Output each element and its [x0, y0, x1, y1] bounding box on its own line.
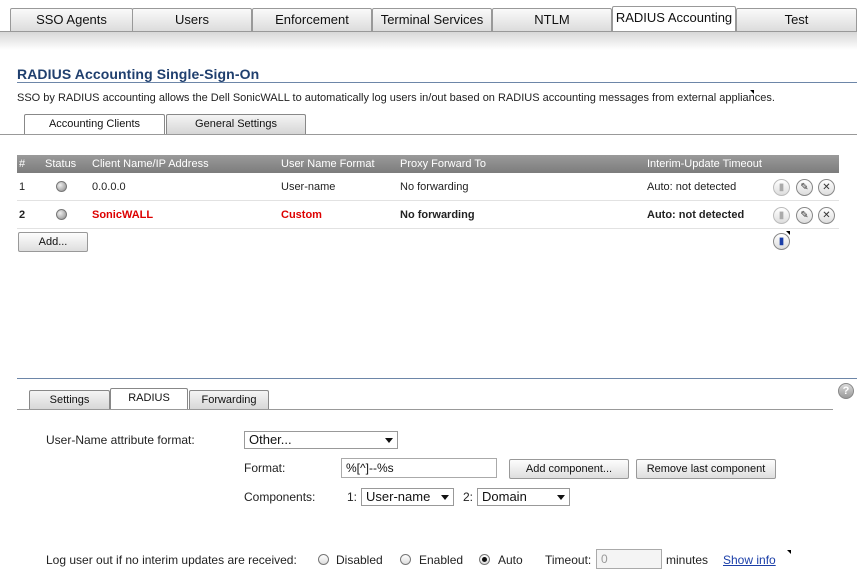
component2-value: Domain: [482, 489, 527, 504]
page-description: SSO by RADIUS accounting allows the Dell…: [17, 92, 775, 104]
subtab-divider: [0, 134, 857, 135]
logout-label: Log user out if no interim updates are r…: [46, 553, 297, 567]
radio-auto-label: Auto: [498, 553, 523, 567]
radio-auto[interactable]: [479, 554, 490, 565]
corner-marker-icon: [786, 231, 790, 235]
tab-bar-shade: [0, 32, 857, 50]
format-input[interactable]: %[^]--%s: [341, 458, 497, 478]
row-divider: [17, 228, 839, 229]
chevron-down-icon: [557, 495, 565, 500]
component2-select[interactable]: Domain: [477, 488, 570, 506]
col-header-status: Status: [45, 158, 77, 170]
panel-divider: [17, 378, 857, 379]
tab-forwarding[interactable]: Forwarding: [189, 390, 269, 410]
delete-icon[interactable]: ✕: [818, 179, 835, 196]
tab-enforcement[interactable]: Enforcement: [252, 8, 372, 31]
row-number: 1: [19, 181, 26, 193]
client-name: SonicWALL: [92, 209, 154, 221]
status-icon: [56, 209, 67, 220]
component2-index: 2:: [463, 490, 474, 504]
edit-icon[interactable]: ✎: [796, 207, 813, 224]
interim-timeout: Auto: not detected: [647, 181, 737, 193]
remove-component-button[interactable]: Remove last component: [636, 459, 776, 479]
stats-all-icon[interactable]: ▮: [773, 233, 790, 250]
component1-index: 1:: [347, 490, 358, 504]
tab-accounting-clients[interactable]: Accounting Clients: [24, 114, 165, 134]
chevron-down-icon: [385, 438, 393, 443]
col-header-client: Client Name/IP Address: [92, 158, 209, 170]
interim-timeout: Auto: not detected: [647, 209, 745, 221]
tab-settings[interactable]: Settings: [29, 390, 110, 410]
tab-users[interactable]: Users: [132, 8, 252, 31]
col-header-timeout: Interim-Update Timeout: [647, 158, 762, 170]
proxy-forward: No forwarding: [400, 209, 475, 221]
edit-tabs-divider: [17, 409, 833, 410]
user-name-format: Custom: [281, 209, 322, 221]
add-component-button[interactable]: Add component...: [509, 459, 629, 479]
status-icon: [56, 181, 67, 192]
row-divider: [17, 200, 839, 201]
stats-icon[interactable]: ▮: [773, 179, 790, 196]
username-format-value: Other...: [249, 432, 292, 447]
proxy-forward: No forwarding: [400, 181, 469, 193]
radio-disabled-label: Disabled: [336, 553, 383, 567]
corner-marker-icon: [787, 550, 791, 554]
components-label: Components:: [244, 490, 316, 504]
client-name: 0.0.0.0: [92, 181, 126, 193]
delete-icon[interactable]: ✕: [818, 207, 835, 224]
col-header-format: User Name Format: [281, 158, 375, 170]
tab-radius[interactable]: RADIUS: [110, 388, 188, 410]
corner-marker-icon: [750, 90, 754, 94]
tab-terminal-services[interactable]: Terminal Services: [372, 8, 492, 31]
radio-enabled[interactable]: [400, 554, 411, 565]
radio-enabled-label: Enabled: [419, 553, 464, 567]
col-header-num: #: [19, 158, 26, 170]
row-number: 2: [19, 209, 26, 221]
component1-select[interactable]: User-name: [361, 488, 454, 506]
help-icon[interactable]: ?: [838, 383, 854, 399]
timeout-input[interactable]: 0: [596, 549, 662, 569]
component1-value: User-name: [366, 489, 431, 504]
tab-test[interactable]: Test: [736, 8, 857, 31]
tab-sso-agents[interactable]: SSO Agents: [10, 8, 133, 31]
stats-icon[interactable]: ▮: [773, 207, 790, 224]
add-client-button[interactable]: Add...: [18, 232, 88, 252]
title-underline: [17, 82, 857, 83]
radio-disabled[interactable]: [318, 554, 329, 565]
col-header-proxy: Proxy Forward To: [400, 158, 486, 170]
timeout-label: Timeout:: [545, 553, 592, 567]
username-format-label: User-Name attribute format:: [46, 433, 195, 447]
username-format-select[interactable]: Other...: [244, 431, 398, 449]
tab-ntlm[interactable]: NTLM: [492, 8, 612, 31]
format-label: Format:: [244, 461, 286, 475]
page-title: RADIUS Accounting Single-Sign-On: [17, 66, 260, 82]
edit-icon[interactable]: ✎: [796, 179, 813, 196]
tab-general-settings[interactable]: General Settings: [166, 114, 306, 134]
tab-radius-accounting[interactable]: RADIUS Accounting: [612, 6, 736, 32]
user-name-format: User-name: [281, 181, 336, 193]
chevron-down-icon: [441, 495, 449, 500]
minutes-label: minutes: [666, 553, 709, 567]
show-info-link[interactable]: Show info: [723, 553, 776, 567]
